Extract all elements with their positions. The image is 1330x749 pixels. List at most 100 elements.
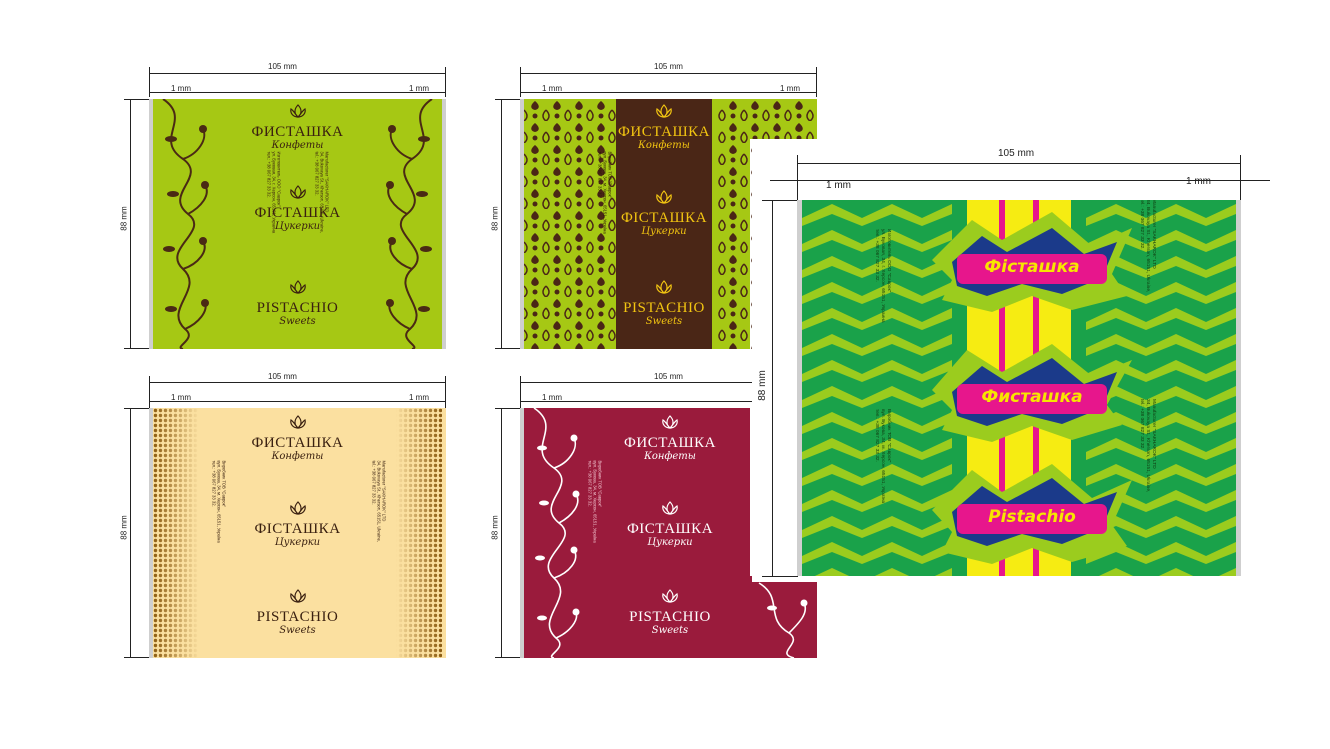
dimension-tick	[495, 348, 521, 349]
flower-logo-icon	[289, 280, 306, 294]
dimension-tick	[762, 200, 798, 201]
brand-name-ru: ФИСТАШКА	[624, 435, 716, 451]
flower-logo-icon	[289, 589, 306, 603]
producer-info-ua: Виробник ТОВ "Саврок" вул. Букова, 34, м.…	[597, 151, 613, 234]
dimension-tick	[124, 408, 150, 409]
brand-sub-ua: Цукерки	[641, 226, 687, 237]
brand-block-ru: ФИСТАШКА Конфеты	[590, 414, 750, 462]
margin-right-label: 1 mm	[1186, 176, 1211, 187]
dimension-tick	[495, 657, 521, 658]
brand-sub-ua: Цукерки	[274, 537, 321, 548]
width-label: 105 mm	[268, 62, 297, 71]
brand-sub-ru: Конфеты	[271, 140, 324, 151]
margin-left-label: 1 mm	[171, 84, 191, 93]
height-dimension-line	[501, 99, 502, 349]
margin-strip	[1236, 200, 1241, 576]
flower-logo-icon	[656, 190, 672, 204]
width-label: 105 mm	[654, 62, 683, 71]
brand-sub-ua: Цукерки	[647, 537, 693, 548]
brand-name-ua: ФІСТАШКА	[620, 210, 708, 226]
margin-dimension-line	[149, 401, 446, 402]
dimension-tick	[520, 376, 521, 408]
width-label: 105 mm	[654, 372, 683, 381]
brand-block-en: PISTACHIO Sweets	[149, 588, 446, 636]
height-label: 88 mm	[490, 206, 500, 231]
brand-sub-en: Sweets	[645, 316, 683, 327]
dimension-tick	[149, 376, 150, 408]
brand-sub-en: Sweets	[279, 316, 316, 327]
brand-block-ru: ФИСТАШКА Конфеты	[149, 103, 446, 151]
height-label: 88 mm	[119, 206, 129, 231]
brand-block-ua: ФІСТАШКА Цукерки	[590, 500, 750, 548]
width-label: 105 mm	[998, 148, 1035, 159]
kids-label-ru: Фисташка	[981, 387, 1083, 407]
wrapper-cream: Виробник ТОВ "Саврок" вул. Букова, 34, м.…	[149, 408, 446, 658]
height-label: 88 mm	[756, 370, 768, 401]
brand-name-ru: ФИСТАШКА	[251, 124, 344, 140]
height-label: 88 mm	[119, 515, 129, 540]
margin-left-label: 1 mm	[542, 393, 562, 402]
kids-label-en: Pistachio	[988, 507, 1076, 527]
brand-sub-en: Sweets	[651, 625, 689, 636]
brand-name-ru: ФИСТАШКА	[618, 124, 710, 140]
wrapper-kids: Фісташка Фисташка Pistachio Изготовитель…	[797, 200, 1241, 576]
flower-logo-icon	[289, 104, 306, 118]
brand-name-en: PISTACHIO	[256, 300, 339, 316]
margin-left-label: 1 mm	[171, 393, 191, 402]
brand-block-ru: ФИСТАШКА Конфеты	[616, 103, 712, 151]
brand-sub-ru: Конфеты	[638, 140, 690, 151]
height-dimension-line	[501, 408, 502, 658]
brand-name-ua: ФІСТАШКА	[626, 521, 714, 537]
margin-left-label: 1 mm	[826, 180, 851, 191]
producer-info-en-2: Manufacturer "SAKHAROK" LTD 34, Bukovaya …	[1139, 399, 1156, 493]
flower-logo-icon	[656, 104, 672, 118]
brand-block-en: PISTACHIO Sweets	[616, 279, 712, 327]
kids-label-ua: Фісташка	[984, 257, 1080, 277]
flower-logo-icon	[662, 589, 678, 603]
brand-block-ua: ФІСТАШКА Цукерки	[149, 184, 446, 232]
height-dimension-line	[772, 200, 773, 576]
brand-block-en: PISTACHIO Sweets	[149, 279, 446, 327]
producer-info-ua: Виробник ТОВ "Саврок" вул. Букова, 34, м.…	[874, 409, 891, 504]
producer-info-en: Manufacturer "SAKHAROK" LTD 34, Bukovaya …	[1139, 200, 1156, 293]
flower-logo-icon	[289, 185, 306, 199]
margin-dimension-line	[149, 92, 446, 93]
width-dimension-line	[149, 382, 446, 383]
width-dimension-line	[149, 73, 446, 74]
flower-logo-icon	[289, 415, 306, 429]
flower-logo-icon	[662, 415, 678, 429]
brand-block-ua: ФІСТАШКА Цукерки	[616, 189, 712, 237]
margin-right-label: 1 mm	[409, 84, 429, 93]
brand-block-ua: ФІСТАШКА Цукерки	[149, 500, 446, 548]
wrapper-green: Изготовитель ООО "Саврок" ул. Буковая, 34…	[149, 99, 446, 349]
margin-dimension-line	[520, 92, 817, 93]
height-dimension-line	[130, 408, 131, 658]
brand-name-ru: ФИСТАШКА	[251, 435, 344, 451]
dimension-tick	[495, 99, 521, 100]
flower-logo-icon	[662, 501, 678, 515]
margin-right-label: 1 mm	[780, 84, 800, 93]
margin-right-label: 1 mm	[409, 393, 429, 402]
dimension-tick	[445, 376, 446, 408]
brand-block-en: PISTACHIO Sweets	[590, 588, 750, 636]
brand-name-en: PISTACHIO	[629, 609, 711, 625]
brand-block-ru: ФИСТАШКА Конфеты	[149, 414, 446, 462]
dimension-tick	[797, 155, 798, 201]
dimension-tick	[124, 348, 150, 349]
flower-logo-icon	[289, 501, 306, 515]
margin-left-label: 1 mm	[542, 84, 562, 93]
producer-info-ru: Изготовитель ООО "Саврок" ул. Буковая, 34…	[874, 229, 891, 323]
dimension-tick	[124, 657, 150, 658]
width-dimension-line	[520, 73, 817, 74]
brand-name-ua: ФІСТАШКА	[254, 205, 341, 221]
brand-sub-ua: Цукерки	[274, 221, 321, 232]
width-dimension-line	[797, 163, 1241, 164]
brand-sub-ru: Конфеты	[644, 451, 696, 462]
dimension-tick	[495, 408, 521, 409]
dimension-tick	[124, 99, 150, 100]
brand-name-ua: ФІСТАШКА	[254, 521, 341, 537]
brand-sub-en: Sweets	[279, 625, 316, 636]
height-label: 88 mm	[490, 515, 500, 540]
brand-sub-ru: Конфеты	[271, 451, 324, 462]
brand-name-en: PISTACHIO	[623, 300, 705, 316]
